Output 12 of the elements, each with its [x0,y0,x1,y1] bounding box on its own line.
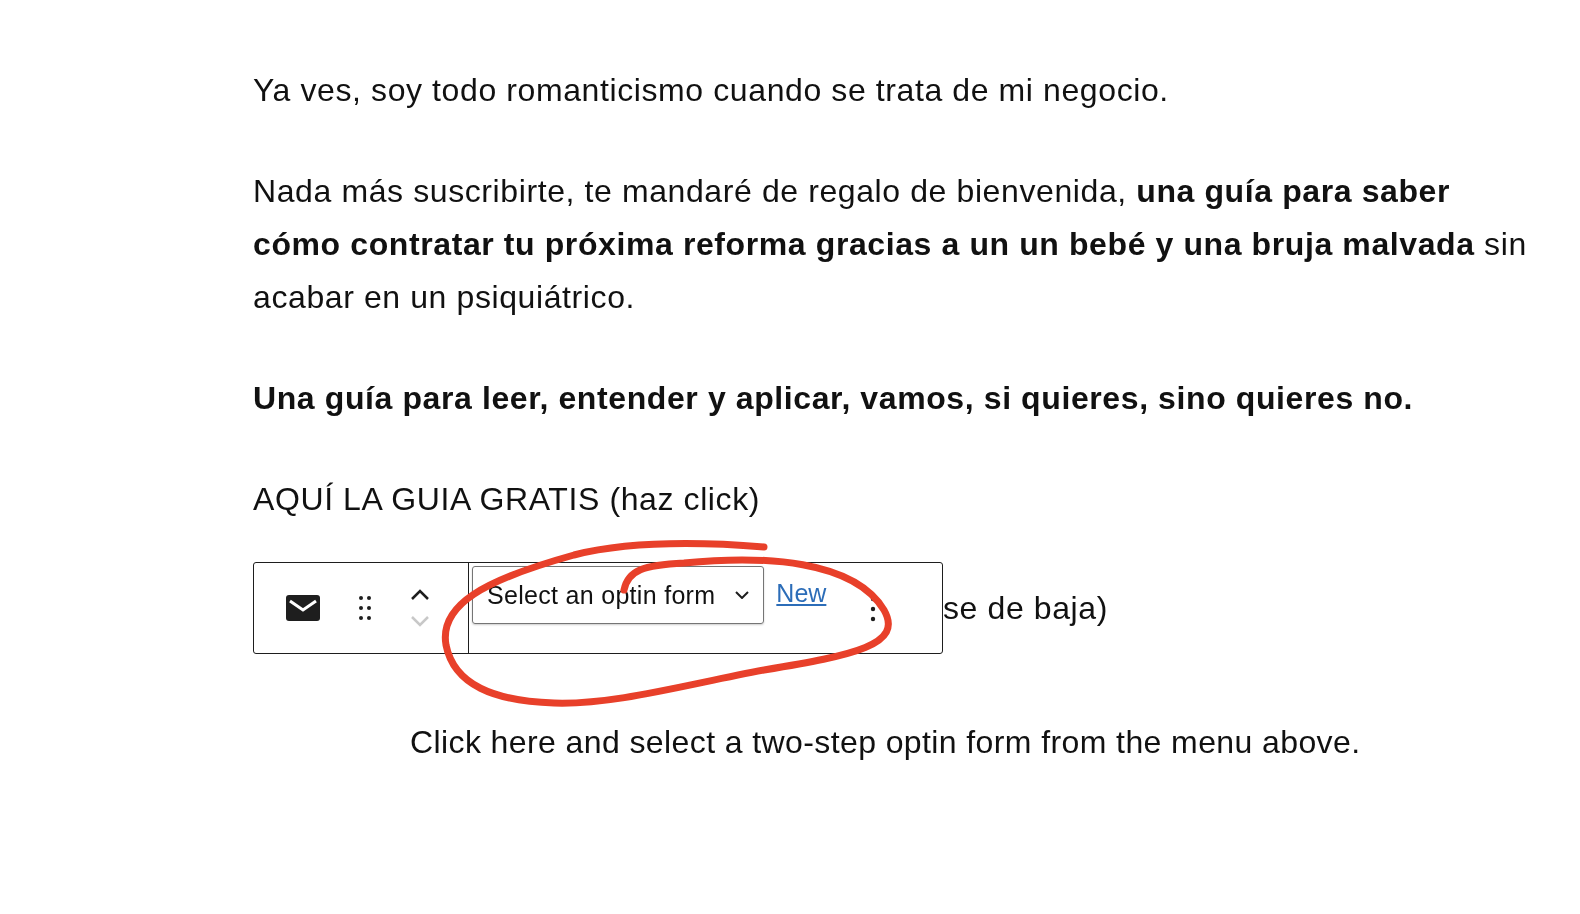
block-hint[interactable]: Click here and select a two-step optin form from the menu above. [410,724,1543,761]
new-link[interactable]: New [776,579,827,608]
chevron-down-icon [735,591,750,599]
paragraph: Ya ves, soy todo romanticismo cuando se trata de mi negocio. [253,71,1170,110]
move-up-icon[interactable] [410,589,430,601]
paragraph: AQUÍ LA GUIA GRATIS (haz click) [253,480,761,519]
drag-handle-icon[interactable] [358,595,372,621]
envelope-icon[interactable] [286,595,320,621]
paragraph: Nada más suscribirte, te mandaré de regalo de bienvenida, una guía para saber cómo contratar tu próxima reforma gracias a un un bebé y una bruja malvada sin acabar en un psiquiátrico. [253,172,1528,317]
optin-form-select[interactable]: Select an optin form [472,566,765,624]
paragraph: Una guía para leer, entender y aplicar, vamos, si quieres, sino quieres no. [253,379,1415,418]
paragraph: se de baja) [943,589,1108,627]
